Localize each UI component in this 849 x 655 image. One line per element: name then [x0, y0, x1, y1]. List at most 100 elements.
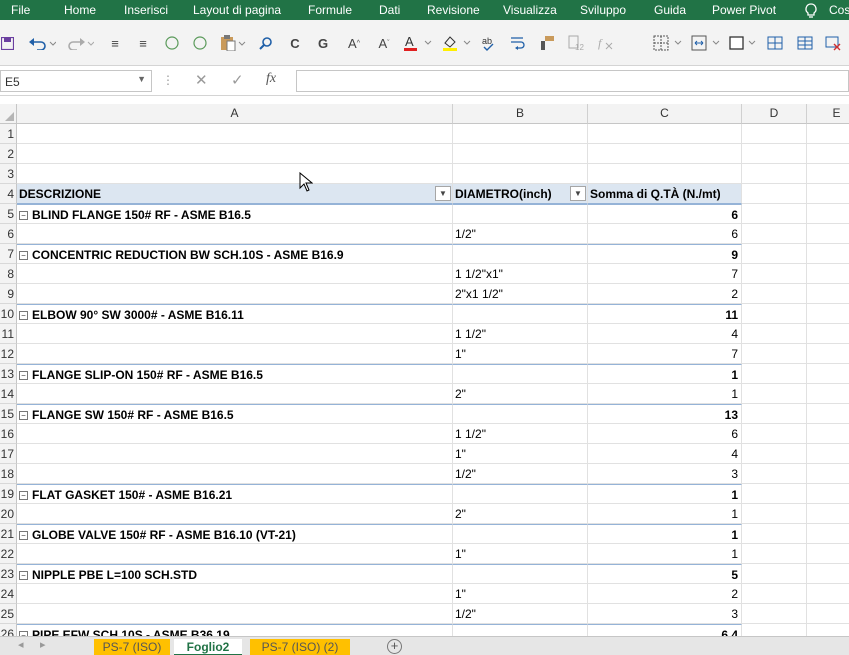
- collapse-icon[interactable]: −: [19, 371, 28, 380]
- collapse-icon[interactable]: −: [19, 491, 28, 500]
- menu-inserisci[interactable]: Inserisci: [124, 3, 168, 17]
- cell-d[interactable]: [742, 524, 807, 544]
- quantity-cell[interactable]: [588, 144, 742, 164]
- row-header[interactable]: 2: [0, 144, 17, 164]
- cell-d[interactable]: [742, 284, 807, 304]
- collapse-icon[interactable]: −: [19, 531, 28, 540]
- cell-e[interactable]: [807, 124, 849, 144]
- diameter-cell[interactable]: [453, 564, 588, 584]
- cell-e[interactable]: [807, 564, 849, 584]
- borders-icon[interactable]: [652, 33, 684, 53]
- menu-dati[interactable]: Dati: [379, 3, 400, 17]
- quantity-cell[interactable]: 1: [588, 384, 742, 404]
- description-cell[interactable]: [17, 324, 453, 344]
- quantity-total-cell[interactable]: 9: [588, 244, 742, 264]
- chevron-down-icon[interactable]: ▼: [137, 74, 146, 84]
- menu-search-tell-me[interactable]: Cos: [829, 3, 849, 17]
- description-cell[interactable]: [17, 164, 453, 184]
- row-header[interactable]: 17: [0, 444, 17, 464]
- cell-d[interactable]: [742, 344, 807, 364]
- collapse-icon[interactable]: −: [19, 211, 28, 220]
- description-cell[interactable]: [17, 504, 453, 524]
- description-cell[interactable]: [17, 124, 453, 144]
- menu-layout-di-pagina[interactable]: Layout di pagina: [193, 3, 281, 17]
- description-cell[interactable]: [17, 344, 453, 364]
- quantity-total-cell[interactable]: 6: [588, 204, 742, 224]
- clear-formula-icon[interactable]: f: [596, 33, 616, 53]
- paste-icon[interactable]: [218, 33, 248, 53]
- quantity-total-cell[interactable]: 11: [588, 304, 742, 324]
- group-description[interactable]: − CONCENTRIC REDUCTION BW SCH.10S - ASME …: [17, 244, 453, 264]
- diameter-cell[interactable]: [453, 124, 588, 144]
- row-header[interactable]: 16: [0, 424, 17, 444]
- insert-function-icon[interactable]: fx: [266, 71, 276, 87]
- description-cell[interactable]: [17, 224, 453, 244]
- diameter-cell[interactable]: [453, 624, 588, 636]
- diameter-cell[interactable]: [453, 144, 588, 164]
- filter-dropdown-icon[interactable]: ▼: [570, 186, 586, 201]
- cell-e[interactable]: [807, 624, 849, 636]
- quantity-cell[interactable]: 7: [588, 264, 742, 284]
- diameter-cell[interactable]: 1 1/2": [453, 324, 588, 344]
- align-center-icon[interactable]: ≡: [106, 33, 124, 53]
- description-cell[interactable]: [17, 144, 453, 164]
- menu-home[interactable]: Home: [64, 3, 96, 17]
- row-header[interactable]: 21: [0, 524, 17, 544]
- row-header[interactable]: 23: [0, 564, 17, 584]
- collapse-icon[interactable]: −: [19, 251, 28, 260]
- row-header[interactable]: 15: [0, 404, 17, 424]
- row-header[interactable]: 9: [0, 284, 17, 304]
- select-all-button[interactable]: [0, 104, 17, 124]
- quantity-cell[interactable]: 6: [588, 224, 742, 244]
- name-box[interactable]: E5 ▼: [0, 70, 152, 92]
- row-header[interactable]: 25: [0, 604, 17, 624]
- cell-e[interactable]: [807, 464, 849, 484]
- circle-shape-2-icon[interactable]: [192, 33, 208, 53]
- cell-d[interactable]: [742, 404, 807, 424]
- cell-d[interactable]: [742, 324, 807, 344]
- decrease-decimal-icon[interactable]: 12: [566, 33, 586, 53]
- row-header[interactable]: 6: [0, 224, 17, 244]
- pivot-header-quantita[interactable]: Somma di Q.TÀ (N./mt): [588, 184, 742, 204]
- group-description[interactable]: − PIPE EFW SCH.10S - ASME B36.19: [17, 624, 453, 636]
- row-header[interactable]: 19: [0, 484, 17, 504]
- merge-cells-icon[interactable]: [690, 33, 722, 53]
- redo-icon[interactable]: [65, 33, 95, 53]
- description-cell[interactable]: [17, 584, 453, 604]
- cell-e[interactable]: [807, 324, 849, 344]
- cell-d[interactable]: [742, 364, 807, 384]
- cell-d[interactable]: [742, 264, 807, 284]
- diameter-cell[interactable]: [453, 244, 588, 264]
- collapse-icon[interactable]: −: [19, 571, 28, 580]
- sheet-tab-ps7-iso-2[interactable]: PS-7 (ISO) (2): [250, 639, 350, 655]
- menu-sviluppo[interactable]: Sviluppo: [580, 3, 626, 17]
- cell-e[interactable]: [807, 264, 849, 284]
- cell-d[interactable]: [742, 224, 807, 244]
- row-header[interactable]: 20: [0, 504, 17, 524]
- cell-d[interactable]: [742, 604, 807, 624]
- sheet-tab-foglio2[interactable]: Foglio2: [174, 639, 242, 655]
- filter-dropdown-icon[interactable]: ▼: [435, 186, 451, 201]
- description-cell[interactable]: [17, 284, 453, 304]
- menu-revisione[interactable]: Revisione: [427, 3, 480, 17]
- cell-e[interactable]: [807, 304, 849, 324]
- quantity-cell[interactable]: [588, 124, 742, 144]
- cell-d[interactable]: [742, 384, 807, 404]
- column-header-d[interactable]: D: [742, 104, 807, 124]
- row-header[interactable]: 24: [0, 584, 17, 604]
- menu-power-pivot[interactable]: Power Pivot: [712, 3, 776, 17]
- cell-d[interactable]: [742, 444, 807, 464]
- diameter-cell[interactable]: [453, 364, 588, 384]
- cell-e[interactable]: [807, 284, 849, 304]
- group-description[interactable]: − FLAT GASKET 150# - ASME B16.21: [17, 484, 453, 504]
- diameter-cell[interactable]: [453, 484, 588, 504]
- group-description[interactable]: − FLANGE SW 150# RF - ASME B16.5: [17, 404, 453, 424]
- format-painter-icon[interactable]: [538, 33, 556, 53]
- cell-e[interactable]: [807, 344, 849, 364]
- diameter-cell[interactable]: 1": [453, 544, 588, 564]
- description-cell[interactable]: [17, 544, 453, 564]
- row-header[interactable]: 18: [0, 464, 17, 484]
- group-description[interactable]: − FLANGE SLIP-ON 150# RF - ASME B16.5: [17, 364, 453, 384]
- row-header[interactable]: 1: [0, 124, 17, 144]
- diameter-cell[interactable]: 1 1/2"x1": [453, 264, 588, 284]
